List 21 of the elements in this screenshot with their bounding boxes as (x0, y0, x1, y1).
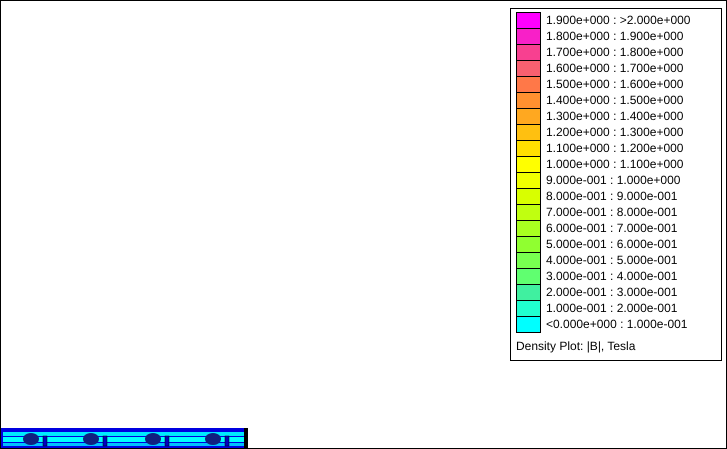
legend-label: 1.400e+000 : 1.500e+000 (546, 94, 684, 106)
legend-label: 3.000e-001 : 4.000e-001 (546, 270, 678, 282)
legend-label: 1.500e+000 : 1.600e+000 (546, 78, 684, 90)
legend-label: 1.600e+000 : 1.700e+000 (546, 62, 684, 74)
legend-label: 5.000e-001 : 6.000e-001 (546, 238, 678, 250)
legend-label: 1.800e+000 : 1.900e+000 (546, 30, 684, 42)
legend-label: 7.000e-001 : 8.000e-001 (546, 206, 678, 218)
legend-label: 1.100e+000 : 1.200e+000 (546, 142, 684, 154)
legend-label: 1.300e+000 : 1.400e+000 (546, 110, 684, 122)
legend-label: 8.000e-001 : 9.000e-001 (546, 190, 678, 202)
legend-label: 1.000e-001 : 2.000e-001 (546, 302, 678, 314)
legend-title: Density Plot: |B|, Tesla (516, 340, 636, 352)
legend-label: 9.000e-001 : 1.000e+000 (546, 174, 680, 186)
legend-label: <0.000e+000 : 1.000e-001 (546, 318, 688, 330)
legend-label: 4.000e-001 : 5.000e-001 (546, 254, 678, 266)
legend-label: 6.000e-001 : 7.000e-001 (546, 222, 678, 234)
legend-label: 1.200e+000 : 1.300e+000 (546, 126, 684, 138)
legend-label: 1.000e+000 : 1.100e+000 (546, 158, 684, 170)
legend-label: 2.000e-001 : 3.000e-001 (546, 286, 678, 298)
legend-label: 1.700e+000 : 1.800e+000 (546, 46, 684, 58)
legend-label: 1.900e+000 : >2.000e+000 (546, 14, 690, 26)
